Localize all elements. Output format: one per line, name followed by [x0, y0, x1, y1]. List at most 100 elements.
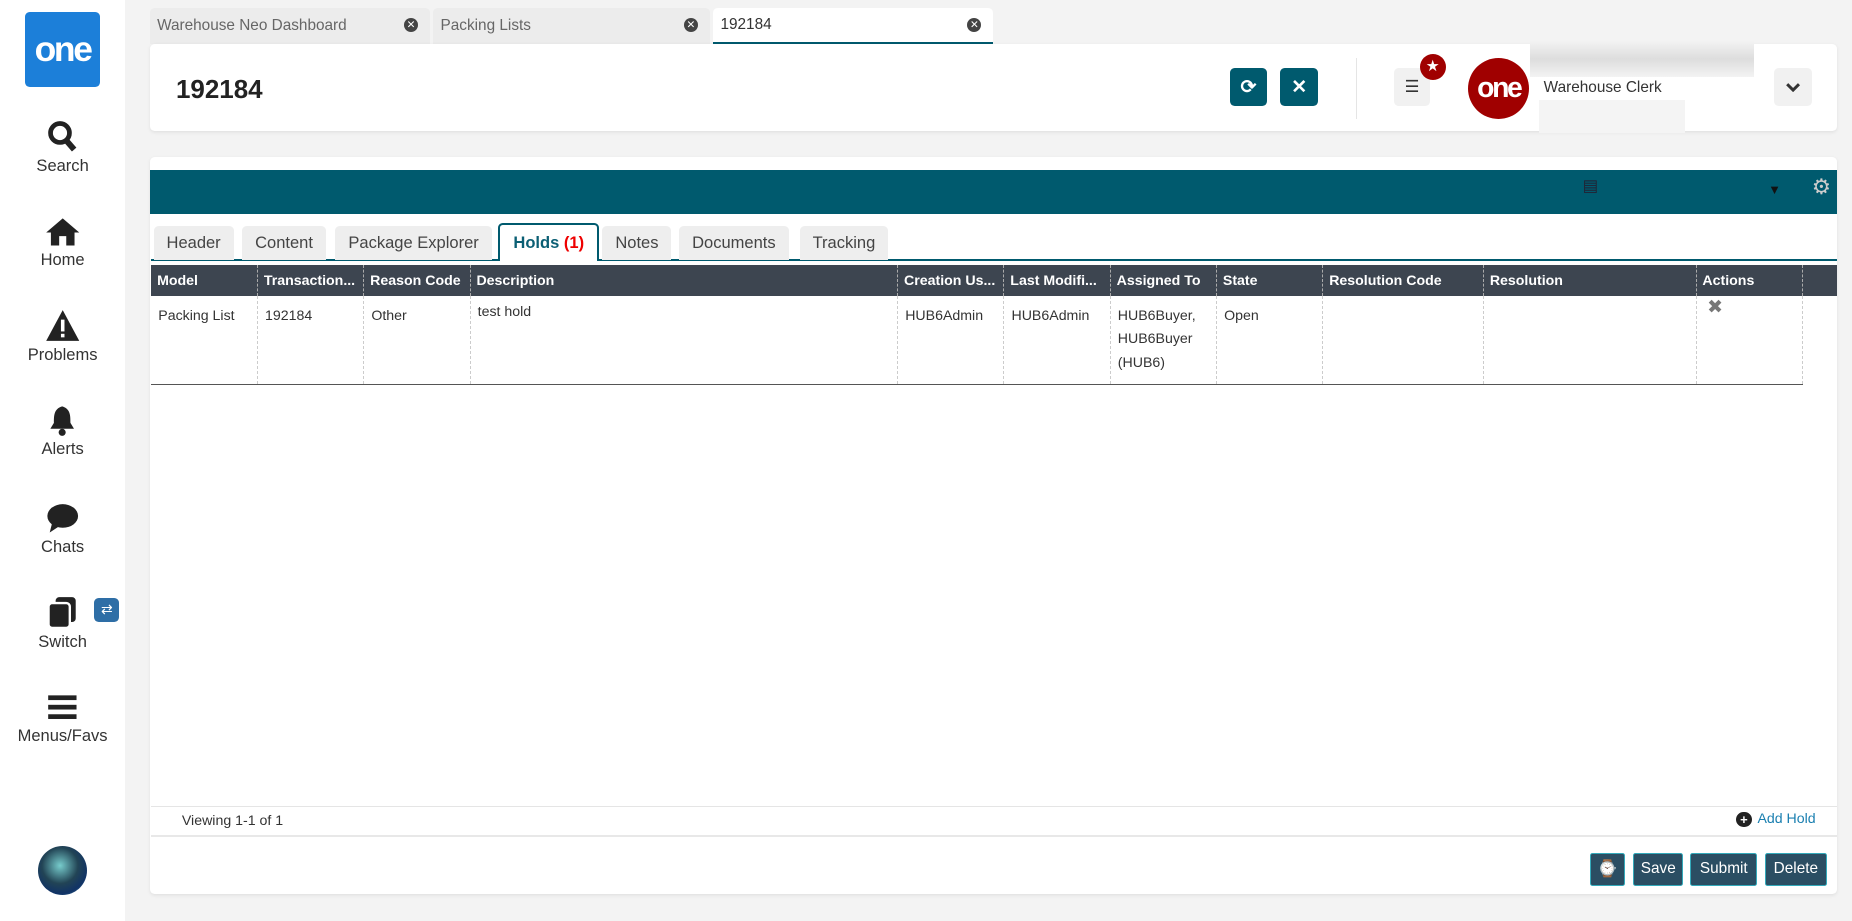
tab-content[interactable]: Content [242, 225, 326, 260]
gear-icon[interactable]: ⚙ [1812, 175, 1831, 200]
company-logo: one [1468, 57, 1530, 120]
tab-label: Warehouse Neo Dashboard [157, 16, 347, 34]
tab-label: Notes [615, 232, 659, 252]
holds-count: (1) [563, 233, 585, 253]
warning-icon [0, 309, 125, 342]
plus-circle-icon: + [1736, 811, 1752, 828]
nav-alerts[interactable]: Alerts [0, 404, 125, 459]
assignee-line: HUB6Buyer, [1117, 307, 1196, 324]
assignee-line: HUB6Buyer [1117, 331, 1193, 348]
cell-resolution[interactable] [1482, 296, 1697, 385]
cell-creation-user: HUB6Admin [897, 296, 1004, 385]
column-header-description[interactable]: Description [469, 264, 898, 297]
redacted-org [1538, 100, 1686, 134]
close-button[interactable]: ✕ [1280, 68, 1319, 107]
nav-label: Menus/Favs [17, 726, 108, 746]
tab-label: Tracking [812, 232, 876, 252]
column-header-last-modified[interactable]: Last Modifi... [1003, 264, 1111, 297]
nav-menus-favs[interactable]: Menus/Favs [0, 691, 125, 746]
app-logo[interactable]: one [24, 11, 101, 88]
bell-icon [0, 404, 125, 437]
column-header-reason-code[interactable]: Reason Code [363, 264, 471, 297]
cell-transaction: 192184 [256, 296, 364, 385]
cell-model: Packing List [151, 296, 258, 385]
nav-search[interactable]: Search [0, 120, 125, 175]
cell-actions: ✖ [1695, 296, 1803, 385]
caret-down-icon[interactable]: ▼ [1768, 182, 1781, 197]
column-header-assigned-to[interactable]: Assigned To [1109, 264, 1217, 297]
nav-label: Chats [41, 537, 85, 557]
tab-label: Package Explorer [348, 232, 479, 252]
submit-button[interactable]: Submit [1690, 852, 1758, 886]
tab-holds[interactable]: Holds (1) [498, 223, 600, 261]
history-list-icon: ⌚ [1597, 859, 1618, 879]
user-role: Warehouse Clerk [1543, 79, 1662, 97]
nav-label: Problems [27, 344, 98, 364]
home-icon [0, 215, 125, 248]
cell-state: Open [1216, 296, 1323, 385]
column-header-model[interactable]: Model [151, 264, 258, 297]
column-header-creation-user[interactable]: Creation Us... [897, 264, 1004, 297]
divider [1355, 57, 1358, 120]
nav-label: Switch [38, 631, 87, 651]
nav-chats[interactable]: Chats [0, 502, 125, 557]
tab-label: Documents [692, 232, 776, 252]
save-button[interactable]: Save [1633, 852, 1684, 886]
user-avatar[interactable] [37, 845, 88, 896]
search-icon [0, 120, 125, 153]
documents-icon[interactable]: ▤ [1583, 176, 1599, 196]
tab-label: Packing Lists [440, 16, 531, 34]
table-row[interactable]: Packing List 192184 Other test hold HUB6… [151, 296, 1803, 385]
tab-documents[interactable]: Documents [679, 225, 789, 260]
nav-label: Search [36, 155, 89, 175]
tab-label: Holds [513, 233, 560, 253]
window-tab-dashboard[interactable]: Warehouse Neo Dashboard ✕ [149, 8, 430, 44]
remove-hold-icon[interactable]: ✖ [1707, 297, 1723, 318]
window-tab-192184[interactable]: 192184 ✕ [713, 8, 994, 44]
add-hold-label: Add Hold [1757, 811, 1816, 828]
add-hold-link[interactable]: + Add Hold [1736, 811, 1816, 828]
page-header: 192184 ⟳ ✕ ☰ ★ one Warehouse Clerk [149, 41, 1837, 134]
refresh-button[interactable]: ⟳ [1229, 68, 1268, 107]
tab-label: Content [255, 232, 313, 252]
assignee-line: (HUB6) [1117, 354, 1165, 371]
divider [151, 835, 1837, 838]
delete-button[interactable]: Delete [1764, 852, 1828, 886]
nav-label: Alerts [41, 439, 84, 459]
nav-problems[interactable]: Problems [0, 309, 125, 364]
cell-last-modified: HUB6Admin [1003, 296, 1111, 385]
menu-icon [0, 691, 125, 724]
divider [151, 805, 1837, 807]
holds-table: Model Transaction... Reason Code Descrip… [151, 264, 1803, 385]
history-button[interactable]: ⌚ [1589, 852, 1626, 886]
cell-description[interactable]: test hold [469, 296, 898, 385]
nav-home[interactable]: Home [0, 215, 125, 270]
page-title: 192184 [175, 74, 263, 105]
chat-icon [0, 502, 125, 535]
tab-header[interactable]: Header [153, 225, 234, 260]
tab-label: Header [166, 232, 221, 252]
column-header-resolution[interactable]: Resolution [1482, 264, 1697, 297]
cell-assigned-to: HUB6Buyer, HUB6Buyer (HUB6) [1109, 296, 1217, 385]
column-header-actions: Actions [1695, 264, 1803, 297]
panel-toolbar: ▤ ▼ ⚙ [149, 170, 1837, 214]
tab-notes[interactable]: Notes [602, 225, 672, 260]
window-tab-packing-lists[interactable]: Packing Lists ✕ [433, 8, 710, 44]
close-tab-icon[interactable]: ✕ [683, 17, 699, 32]
tab-package-explorer[interactable]: Package Explorer [335, 225, 492, 260]
close-tab-icon[interactable]: ✕ [967, 17, 982, 32]
nav-label: Home [40, 250, 85, 270]
switch-arrows-icon[interactable]: ⇄ [94, 597, 120, 623]
column-header-state[interactable]: State [1216, 264, 1323, 297]
column-header-resolution-code[interactable]: Resolution Code [1322, 264, 1484, 297]
tab-label: 192184 [720, 15, 772, 33]
sidebar: one Search Home Problems Alerts Chats Sw… [0, 0, 126, 921]
close-tab-icon[interactable]: ✕ [403, 17, 419, 32]
viewing-count: Viewing 1-1 of 1 [181, 812, 284, 829]
cell-reason-code: Other [363, 296, 471, 385]
tab-tracking[interactable]: Tracking [799, 225, 889, 260]
redacted-username [1529, 41, 1754, 77]
user-dropdown-button[interactable] [1773, 68, 1812, 107]
column-header-transaction[interactable]: Transaction... [256, 264, 364, 297]
cell-resolution-code[interactable] [1322, 296, 1484, 385]
